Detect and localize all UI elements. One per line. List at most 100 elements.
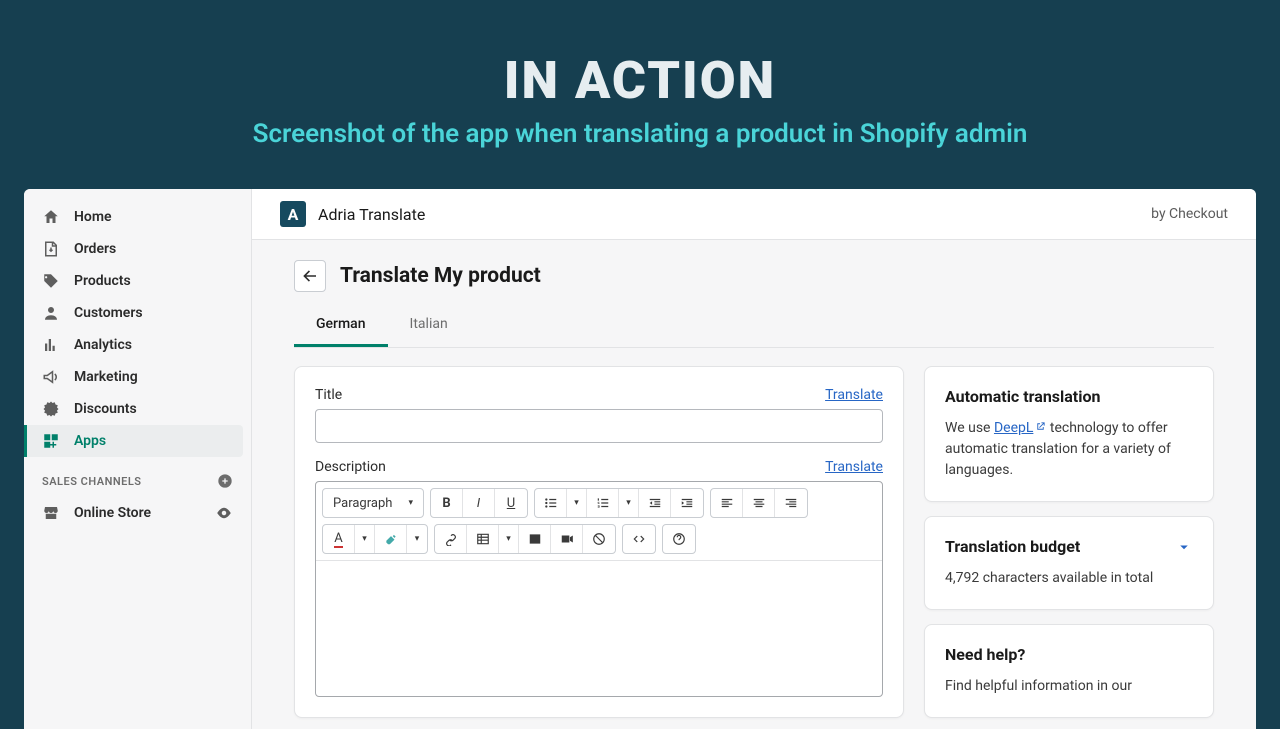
rte-number-list-button[interactable]: [587, 489, 619, 517]
sidebar-item-label: Products: [74, 273, 131, 289]
link-icon: [444, 532, 458, 546]
rte-format-select[interactable]: Paragraph▾: [323, 489, 423, 517]
outdent-icon: [648, 496, 662, 510]
rte-toolbar: Paragraph▾ B I U ▾: [316, 482, 882, 561]
language-tabs: German Italian: [294, 304, 1214, 348]
deepl-link[interactable]: DeepL: [994, 420, 1046, 436]
automatic-translation-card: Automatic translation We use DeepL techn…: [924, 366, 1214, 502]
rte-indent-button[interactable]: [671, 489, 703, 517]
store-icon: [42, 504, 60, 522]
app-header: A Adria Translate by Checkout: [252, 189, 1256, 240]
app-by-line: by Checkout: [1151, 206, 1228, 222]
table-icon: [476, 532, 490, 546]
sidebar-item-label: Apps: [74, 433, 106, 449]
rte-align-right-button[interactable]: [775, 489, 807, 517]
app-name: Adria Translate: [318, 205, 425, 224]
sidebar-item-label: Analytics: [74, 337, 132, 353]
products-icon: [42, 272, 60, 290]
discounts-icon: [42, 400, 60, 418]
apps-icon: [42, 432, 60, 450]
sidebar-item-label: Orders: [74, 241, 116, 257]
translation-budget-text: 4,792 characters available in total: [945, 568, 1193, 589]
page-title: Translate My product: [340, 264, 541, 288]
rte-number-list-dropdown[interactable]: ▾: [619, 489, 639, 517]
hero-title: IN ACTION: [0, 50, 1280, 111]
sidebar-item-analytics[interactable]: Analytics: [24, 329, 251, 361]
rte-text-color-dropdown[interactable]: ▾: [355, 525, 375, 553]
highlight-icon: [384, 532, 398, 546]
rte-italic-button[interactable]: I: [463, 489, 495, 517]
rte-outdent-button[interactable]: [639, 489, 671, 517]
app-window: Home Orders Products Customers Analytics…: [24, 189, 1256, 729]
sidebar-item-online-store[interactable]: Online Store: [24, 497, 251, 529]
external-link-icon: [1035, 418, 1046, 429]
video-icon: [560, 532, 574, 546]
rte-underline-button[interactable]: U: [495, 489, 527, 517]
rte-code-button[interactable]: [623, 525, 655, 553]
translation-form-card: Title Translate Description Translate Pa…: [294, 366, 904, 718]
app-logo: A: [280, 201, 306, 227]
rte-table-dropdown[interactable]: ▾: [499, 525, 519, 553]
rte-bullet-list-button[interactable]: [535, 489, 567, 517]
sidebar-item-label: Home: [74, 209, 112, 225]
arrow-left-icon: [301, 267, 319, 285]
rte-video-button[interactable]: [551, 525, 583, 553]
sales-channels-label: SALES CHANNELS: [24, 457, 251, 497]
sidebar-item-apps[interactable]: Apps: [24, 425, 243, 457]
description-editor: Paragraph▾ B I U ▾: [315, 481, 883, 697]
tab-italian[interactable]: Italian: [388, 304, 470, 347]
sidebar-item-discounts[interactable]: Discounts: [24, 393, 251, 425]
sidebar: Home Orders Products Customers Analytics…: [24, 189, 252, 729]
description-field-label: Description: [315, 459, 386, 475]
back-button[interactable]: [294, 260, 326, 292]
marketing-icon: [42, 368, 60, 386]
need-help-card: Need help? Find helpful information in o…: [924, 624, 1214, 718]
sidebar-item-home[interactable]: Home: [24, 201, 251, 233]
chevron-down-icon[interactable]: [1175, 538, 1193, 556]
bullet-list-icon: [544, 496, 558, 510]
sidebar-item-label: Online Store: [74, 505, 151, 521]
title-input[interactable]: [315, 409, 883, 443]
indent-icon: [680, 496, 694, 510]
rte-help-button[interactable]: [663, 525, 695, 553]
rte-align-left-button[interactable]: [711, 489, 743, 517]
need-help-text: Find helpful information in our: [945, 676, 1193, 697]
description-textarea[interactable]: [316, 561, 882, 696]
customers-icon: [42, 304, 60, 322]
sidebar-item-label: Customers: [74, 305, 143, 321]
clear-format-icon: [592, 532, 606, 546]
add-channel-icon[interactable]: [217, 473, 233, 489]
align-right-icon: [784, 496, 798, 510]
rte-align-center-button[interactable]: [743, 489, 775, 517]
analytics-icon: [42, 336, 60, 354]
rte-image-button[interactable]: [519, 525, 551, 553]
tab-german[interactable]: German: [294, 304, 388, 347]
translation-budget-title: Translation budget: [945, 537, 1080, 556]
translate-title-link[interactable]: Translate: [825, 387, 883, 403]
view-store-icon[interactable]: [215, 504, 233, 522]
sidebar-item-orders[interactable]: Orders: [24, 233, 251, 265]
main-area: A Adria Translate by Checkout Translate …: [252, 189, 1256, 729]
rte-bullet-list-dropdown[interactable]: ▾: [567, 489, 587, 517]
sidebar-item-label: Marketing: [74, 369, 138, 385]
rte-bold-button[interactable]: B: [431, 489, 463, 517]
sidebar-item-customers[interactable]: Customers: [24, 297, 251, 329]
rte-link-button[interactable]: [435, 525, 467, 553]
rte-table-button[interactable]: [467, 525, 499, 553]
need-help-title: Need help?: [945, 645, 1193, 664]
sidebar-item-products[interactable]: Products: [24, 265, 251, 297]
image-icon: [528, 532, 542, 546]
automatic-translation-title: Automatic translation: [945, 387, 1193, 406]
rte-clear-format-button[interactable]: [583, 525, 615, 553]
rte-highlight-dropdown[interactable]: ▾: [407, 525, 427, 553]
rte-text-color-button[interactable]: A: [323, 525, 355, 553]
code-icon: [632, 532, 646, 546]
orders-icon: [42, 240, 60, 258]
hero-subtitle: Screenshot of the app when translating a…: [0, 119, 1280, 149]
automatic-translation-text: We use DeepL technology to offer automat…: [945, 418, 1193, 481]
sidebar-item-label: Discounts: [74, 401, 137, 417]
rte-highlight-button[interactable]: [375, 525, 407, 553]
sidebar-item-marketing[interactable]: Marketing: [24, 361, 251, 393]
translate-description-link[interactable]: Translate: [825, 459, 883, 475]
align-center-icon: [752, 496, 766, 510]
